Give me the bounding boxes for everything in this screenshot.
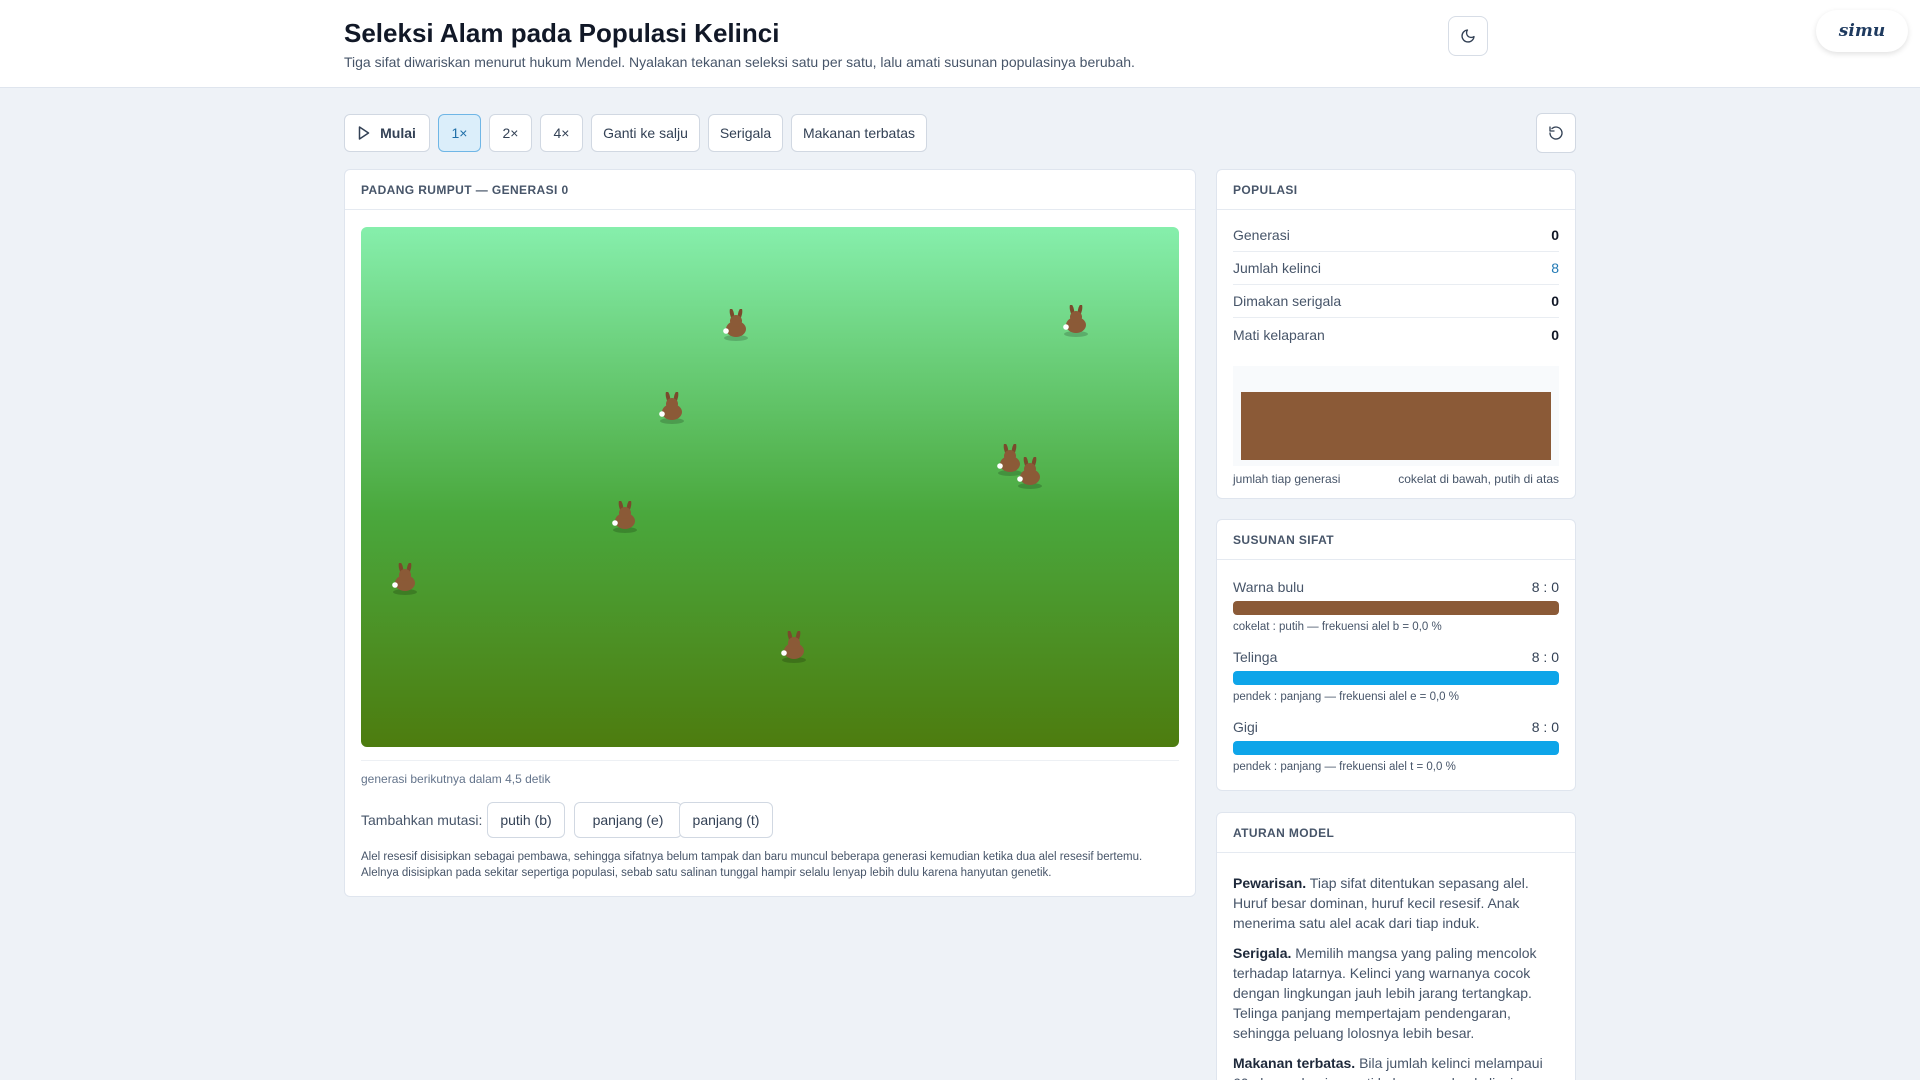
rule-inheritance: Pewarisan. Tiap sifat ditentukan sepasan… <box>1233 873 1559 933</box>
trait-note-ears: pendek : panjang — frekuensi alel e = 0,… <box>1233 691 1459 703</box>
mutation-label: Tambahkan mutasi: <box>361 812 483 828</box>
meadow-field[interactable] <box>361 227 1179 747</box>
stat-value: 8 <box>1551 260 1559 276</box>
population-history-chart <box>1233 366 1559 466</box>
trait-name-teeth: Gigi <box>1233 719 1258 735</box>
reset-button[interactable] <box>1536 113 1576 153</box>
stat-value: 0 <box>1551 227 1559 243</box>
population-history-svg <box>1241 392 1551 460</box>
history-bar-brown <box>1241 392 1551 460</box>
rule-food: Makanan terbatas. Bila jumlah kelinci me… <box>1233 1053 1559 1080</box>
traits-panel: SUSUNAN SIFAT Warna bulu 8 : 0 cokelat :… <box>1216 519 1576 791</box>
trait-ratio-fur: 8 : 0 <box>1531 579 1559 595</box>
population-title: POPULASI <box>1217 170 1575 210</box>
next-generation-countdown: generasi berikutnya dalam 4,5 detik <box>361 772 551 786</box>
food-toggle-button[interactable]: Makanan terbatas <box>791 114 927 152</box>
stat-value: 0 <box>1551 326 1559 343</box>
page-subtitle: Tiga sifat diwariskan menurut hukum Mend… <box>344 54 1135 70</box>
trait-bar-ears <box>1233 671 1559 685</box>
chart-caption-left: jumlah tiap generasi <box>1233 472 1341 486</box>
stat-label: Generasi <box>1233 227 1290 243</box>
mutation-long-teeth-button[interactable]: panjang (t) <box>679 802 773 838</box>
rabbit-icon[interactable] <box>777 631 811 665</box>
start-button[interactable]: Mulai <box>344 114 430 152</box>
trait-bar-fill <box>1233 601 1559 615</box>
logo-text: simu <box>1838 21 1886 41</box>
trait-note-fur: cokelat : putih — frekuensi alel b = 0,0… <box>1233 621 1442 633</box>
speed-2x-button[interactable]: 2× <box>489 114 532 152</box>
stat-row-starved: Mati kelaparan 0 <box>1233 318 1559 351</box>
trait-bar-fur <box>1233 601 1559 615</box>
rabbit-icon[interactable] <box>719 309 753 343</box>
trait-ratio-teeth: 8 : 0 <box>1531 719 1559 735</box>
moon-icon <box>1461 29 1475 43</box>
start-button-label: Mulai <box>380 125 416 141</box>
rule-heading: Makanan terbatas. <box>1233 1055 1356 1071</box>
rule-heading: Serigala. <box>1233 945 1292 961</box>
trait-bar-fill <box>1233 741 1559 755</box>
stat-row-rabbit-count: Jumlah kelinci 8 <box>1233 252 1559 285</box>
rabbit-icon[interactable] <box>655 392 689 426</box>
rules-title: ATURAN MODEL <box>1217 813 1575 853</box>
population-panel: POPULASI Generasi 0 Jumlah kelinci 8 Dim… <box>1216 169 1576 499</box>
mutation-white-fur-button[interactable]: putih (b) <box>487 802 565 838</box>
rabbit-icon[interactable] <box>1059 305 1093 339</box>
trait-name-fur: Warna bulu <box>1233 579 1305 595</box>
reset-icon <box>1549 126 1563 140</box>
trait-note-teeth: pendek : panjang — frekuensi alel t = 0,… <box>1233 761 1456 773</box>
wolf-toggle-button[interactable]: Serigala <box>708 114 783 152</box>
mutation-long-ears-button[interactable]: panjang (e) <box>574 802 682 838</box>
trait-ratio-ears: 8 : 0 <box>1531 649 1559 665</box>
rabbit-icon[interactable] <box>608 501 642 535</box>
logo[interactable]: simu <box>1816 10 1908 52</box>
play-icon <box>358 126 370 140</box>
meadow-panel: PADANG RUMPUT — GENERASI 0 generasi beri… <box>344 169 1196 897</box>
theme-toggle-button[interactable] <box>1448 16 1488 56</box>
stat-row-eaten-by-wolves: Dimakan serigala 0 <box>1233 285 1559 318</box>
snow-toggle-button[interactable]: Ganti ke salju <box>591 114 700 152</box>
trait-bar-fill <box>1233 671 1559 685</box>
speed-1x-button[interactable]: 1× <box>438 114 481 152</box>
top-bar: Seleksi Alam pada Populasi Kelinci Tiga … <box>0 0 1920 88</box>
rules-content: Pewarisan. Tiap sifat ditentukan sepasan… <box>1233 873 1559 1080</box>
stat-label: Dimakan serigala <box>1233 293 1342 309</box>
speed-4x-button[interactable]: 4× <box>540 114 583 152</box>
stat-label: Mati kelaparan <box>1233 326 1325 343</box>
traits-title: SUSUNAN SIFAT <box>1217 520 1575 560</box>
rule-heading: Pewarisan. <box>1233 875 1307 891</box>
trait-name-ears: Telinga <box>1233 649 1278 665</box>
rule-wolf: Serigala. Memilih mangsa yang paling men… <box>1233 943 1559 1043</box>
field-divider <box>361 760 1179 761</box>
rabbit-icon[interactable] <box>388 563 422 597</box>
stat-row-generation: Generasi 0 <box>1233 219 1559 252</box>
stat-value: 0 <box>1551 293 1559 309</box>
chart-caption-right: cokelat di bawah, putih di atas <box>1398 472 1559 486</box>
rules-panel: ATURAN MODEL Pewarisan. Tiap sifat diten… <box>1216 812 1576 1080</box>
stat-label: Jumlah kelinci <box>1233 260 1321 276</box>
mutation-note: Alel resesif disisipkan sebagai pembawa,… <box>361 851 1143 879</box>
page-title: Seleksi Alam pada Populasi Kelinci <box>344 18 780 48</box>
rabbit-icon[interactable] <box>1013 457 1047 491</box>
trait-bar-teeth <box>1233 741 1559 755</box>
meadow-title: PADANG RUMPUT — GENERASI 0 <box>345 170 1195 210</box>
